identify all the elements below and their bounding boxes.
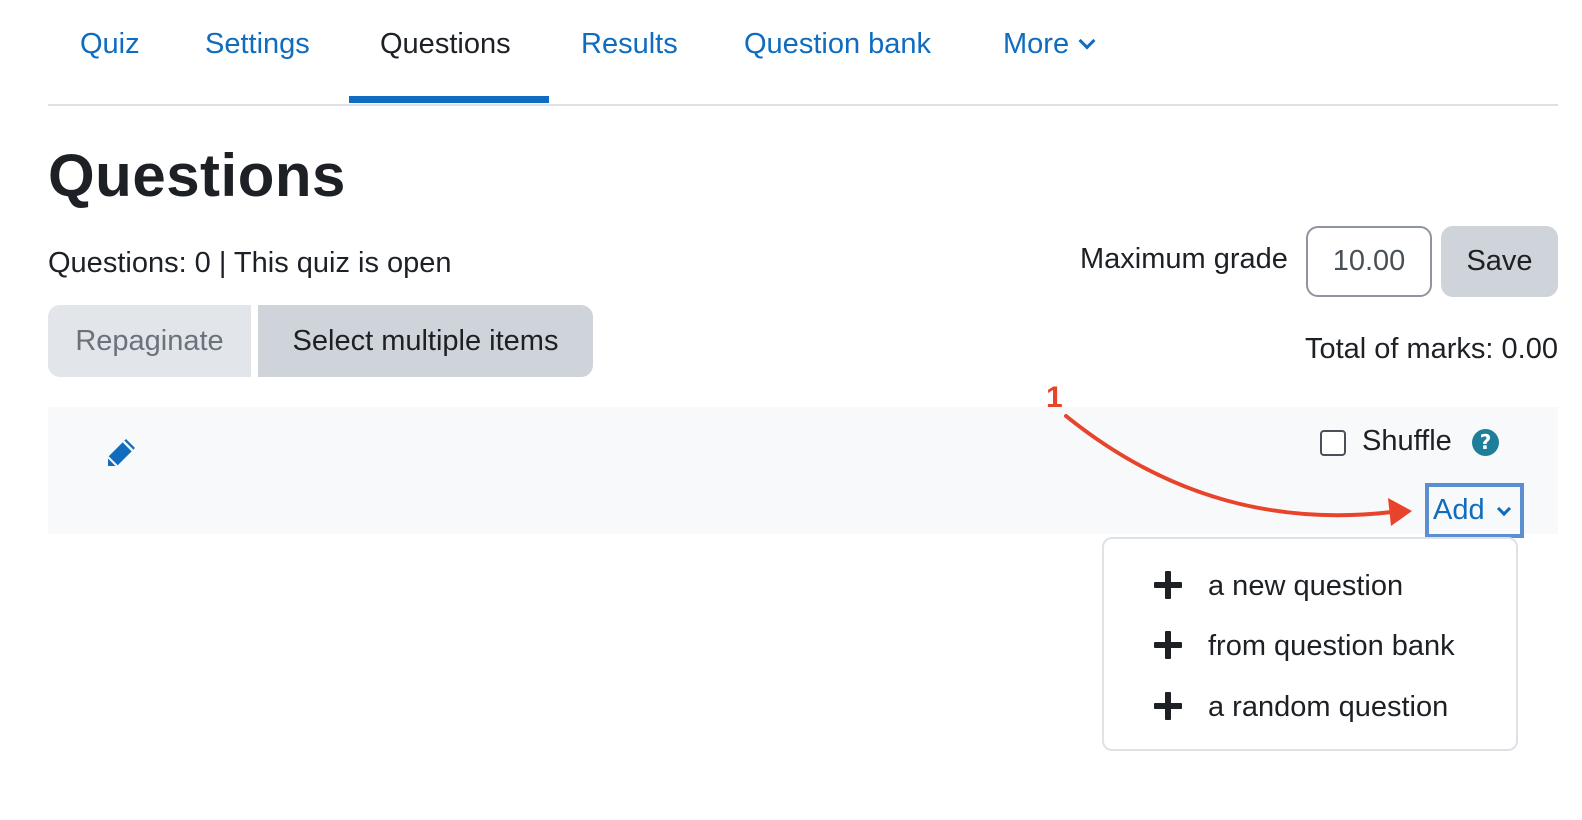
menu-item-from-question-bank[interactable]: from question bank: [1104, 617, 1516, 677]
shuffle-checkbox[interactable]: [1320, 430, 1346, 456]
tab-questions[interactable]: Questions: [380, 24, 511, 64]
tab-quiz[interactable]: Quiz: [80, 24, 140, 64]
tab-more[interactable]: More: [1003, 24, 1096, 64]
add-label: Add: [1433, 494, 1485, 526]
chevron-down-icon: [1078, 32, 1096, 50]
shuffle-label: Shuffle: [1362, 425, 1452, 457]
active-tab-indicator: [349, 96, 549, 103]
save-button[interactable]: Save: [1441, 226, 1558, 297]
tab-question-bank[interactable]: Question bank: [744, 24, 931, 64]
annotation-number: 1: [1046, 381, 1063, 414]
page-title: Questions: [48, 142, 346, 209]
plus-icon: [1154, 571, 1182, 599]
maximum-grade-input[interactable]: [1306, 226, 1432, 297]
chevron-down-icon: [1496, 501, 1511, 517]
page: Quiz Settings Questions Results Question…: [0, 0, 1582, 820]
total-of-marks: Total of marks: 0.00: [1304, 333, 1558, 365]
repaginate-button[interactable]: Repaginate: [48, 305, 251, 377]
help-icon[interactable]: ?: [1472, 429, 1499, 456]
secondary-navigation: Quiz Settings Questions Results Question…: [48, 0, 1558, 106]
menu-item-label: from question bank: [1208, 630, 1455, 662]
menu-item-new-question[interactable]: a new question: [1104, 557, 1516, 617]
section-panel: [48, 407, 1558, 534]
quiz-status: Questions: 0 | This quiz is open: [48, 247, 452, 279]
tab-more-label: More: [1003, 28, 1070, 60]
plus-icon: [1154, 692, 1182, 720]
maximum-grade-label: Maximum grade: [1080, 243, 1288, 275]
tab-settings[interactable]: Settings: [205, 24, 310, 64]
pencil-icon[interactable]: [104, 436, 138, 470]
add-dropdown[interactable]: Add: [1425, 483, 1524, 538]
plus-icon: [1154, 631, 1182, 659]
menu-item-random-question[interactable]: a random question: [1104, 678, 1516, 738]
tab-results[interactable]: Results: [581, 24, 678, 64]
select-multiple-items-button[interactable]: Select multiple items: [258, 305, 593, 377]
add-menu: a new question from question bank a rand…: [1102, 537, 1518, 751]
menu-item-label: a random question: [1208, 691, 1449, 723]
menu-item-label: a new question: [1208, 570, 1404, 602]
